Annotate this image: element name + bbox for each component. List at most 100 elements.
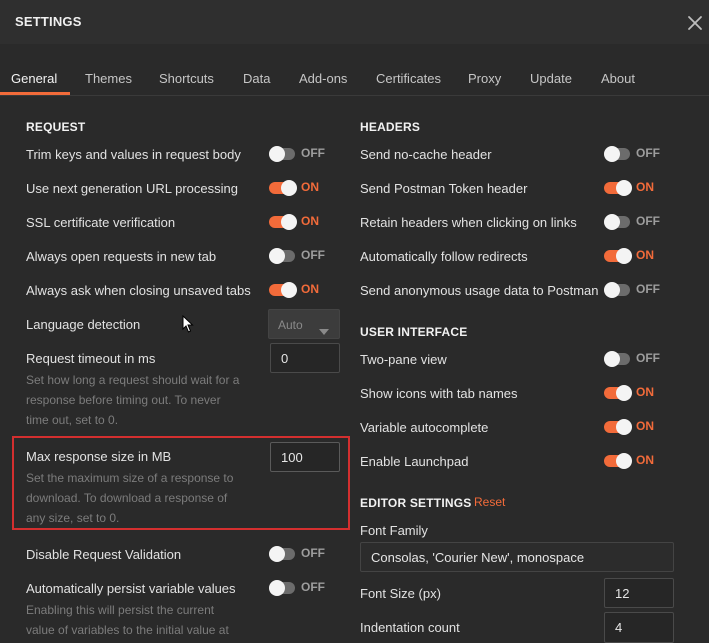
language-detection-label: Language detection	[26, 317, 141, 332]
help-line: Enabling this will persist the current	[26, 603, 215, 617]
anonymous-usage-toggle[interactable]: OFF	[604, 280, 676, 300]
toggle-knob	[616, 385, 632, 401]
tab-themes[interactable]: Themes	[85, 71, 132, 86]
ask-closing-toggle[interactable]: ON	[269, 280, 341, 300]
indentation-count-input[interactable]: 4	[604, 612, 674, 643]
toggle-state: ON	[636, 180, 654, 194]
toggle-state: ON	[301, 282, 319, 296]
launchpad-label: Enable Launchpad	[360, 454, 469, 469]
tab-certificates[interactable]: Certificates	[376, 71, 441, 86]
follow-redirects-label: Automatically follow redirects	[360, 249, 528, 264]
help-line: value of variables to the initial value …	[26, 623, 229, 637]
settings-title: SETTINGS	[15, 14, 82, 29]
postman-token-label: Send Postman Token header	[360, 181, 528, 196]
toggle-knob	[604, 282, 620, 298]
chevron-down-icon	[319, 322, 329, 340]
toggle-state: OFF	[636, 282, 660, 296]
ssl-verification-toggle[interactable]: ON	[269, 212, 341, 232]
persist-variables-help: Enabling this will persist the current v…	[26, 600, 229, 640]
help-line: response before timing out. To never	[26, 393, 221, 407]
toggle-knob	[281, 282, 297, 298]
variable-autocomplete-label: Variable autocomplete	[360, 420, 489, 435]
editor-settings-section-title: EDITOR SETTINGS	[360, 496, 472, 510]
request-timeout-input[interactable]: 0	[270, 343, 340, 373]
toggle-state: ON	[636, 453, 654, 467]
toggle-knob	[616, 180, 632, 196]
ssl-verification-label: SSL certificate verification	[26, 215, 176, 230]
persist-variables-label: Automatically persist variable values	[26, 581, 236, 596]
toggle-state: OFF	[636, 351, 660, 365]
variable-autocomplete-toggle[interactable]: ON	[604, 417, 676, 437]
trim-keys-toggle[interactable]: OFF	[269, 144, 341, 164]
indentation-count-label: Indentation count	[360, 620, 460, 635]
no-cache-toggle[interactable]: OFF	[604, 144, 676, 164]
toggle-knob	[281, 180, 297, 196]
toggle-state: OFF	[301, 248, 325, 262]
font-family-label: Font Family	[360, 523, 428, 538]
toggle-state: OFF	[636, 214, 660, 228]
user-interface-section-title: USER INTERFACE	[360, 325, 468, 339]
toggle-knob	[604, 146, 620, 162]
anonymous-usage-label: Send anonymous usage data to Postman	[360, 283, 599, 298]
tab-about[interactable]: About	[601, 71, 635, 86]
disable-validation-toggle[interactable]: OFF	[269, 544, 341, 564]
reset-link[interactable]: Reset	[474, 495, 505, 509]
toggle-state: OFF	[301, 580, 325, 594]
font-family-input[interactable]: Consolas, 'Courier New', monospace	[360, 542, 674, 572]
toggle-state: ON	[636, 419, 654, 433]
tab-icons-label: Show icons with tab names	[360, 386, 518, 401]
toggle-state: OFF	[636, 146, 660, 160]
retain-headers-label: Retain headers when clicking on links	[360, 215, 577, 230]
url-processing-toggle[interactable]: ON	[269, 178, 341, 198]
request-timeout-help: Set how long a request should wait for a…	[26, 370, 239, 430]
toggle-knob	[269, 580, 285, 596]
retain-headers-toggle[interactable]: OFF	[604, 212, 676, 232]
follow-redirects-toggle[interactable]: ON	[604, 246, 676, 266]
no-cache-label: Send no-cache header	[360, 147, 492, 162]
headers-section-title: HEADERS	[360, 120, 421, 134]
tab-general[interactable]: General	[11, 71, 57, 86]
two-pane-label: Two-pane view	[360, 352, 447, 367]
request-section-title: REQUEST	[26, 120, 86, 134]
highlight-box	[12, 436, 350, 530]
toggle-knob	[269, 248, 285, 264]
language-detection-select[interactable]: Auto	[268, 309, 340, 339]
open-new-tab-label: Always open requests in new tab	[26, 249, 217, 264]
tab-icons-toggle[interactable]: ON	[604, 383, 676, 403]
help-line: time out, set to 0.	[26, 413, 119, 427]
title-bar: SETTINGS	[0, 0, 709, 44]
two-pane-toggle[interactable]: OFF	[604, 349, 676, 369]
tab-update[interactable]: Update	[530, 71, 572, 86]
toggle-state: ON	[636, 385, 654, 399]
tab-data[interactable]: Data	[243, 71, 270, 86]
help-line: Set how long a request should wait for a	[26, 373, 240, 387]
toggle-knob	[616, 419, 632, 435]
open-new-tab-toggle[interactable]: OFF	[269, 246, 341, 266]
request-timeout-label: Request timeout in ms	[26, 351, 156, 366]
launchpad-toggle[interactable]: ON	[604, 451, 676, 471]
toggle-knob	[604, 214, 620, 230]
url-processing-label: Use next generation URL processing	[26, 181, 238, 196]
toggle-state: ON	[301, 214, 319, 228]
toggle-state: OFF	[301, 146, 325, 160]
toggle-state: ON	[301, 180, 319, 194]
disable-validation-label: Disable Request Validation	[26, 547, 182, 562]
tab-shortcuts[interactable]: Shortcuts	[159, 71, 214, 86]
toggle-knob	[616, 248, 632, 264]
mouse-cursor-icon	[182, 314, 194, 338]
toggle-knob	[616, 453, 632, 469]
ask-closing-label: Always ask when closing unsaved tabs	[26, 283, 251, 298]
postman-token-toggle[interactable]: ON	[604, 178, 676, 198]
select-value: Auto	[278, 318, 303, 332]
font-size-input[interactable]: 12	[604, 578, 674, 608]
active-tab-indicator	[0, 92, 70, 95]
tab-proxy[interactable]: Proxy	[468, 71, 501, 86]
toggle-state: ON	[636, 248, 654, 262]
tab-add-ons[interactable]: Add-ons	[299, 71, 347, 86]
close-icon[interactable]	[684, 12, 706, 34]
toggle-knob	[281, 214, 297, 230]
toggle-knob	[269, 146, 285, 162]
toggle-state: OFF	[301, 546, 325, 560]
persist-variables-toggle[interactable]: OFF	[269, 578, 341, 598]
toggle-knob	[604, 351, 620, 367]
